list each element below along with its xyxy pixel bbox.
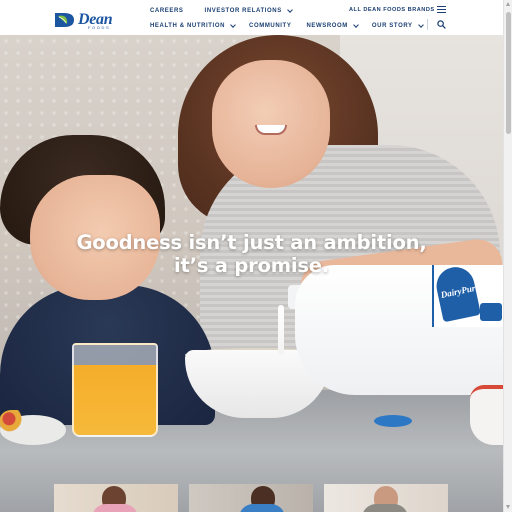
nav-our-story-label: OUR STORY [371, 22, 413, 29]
nav-health-nutrition[interactable]: HEALTH & NUTRITION [150, 21, 236, 29]
woman-face [212, 60, 330, 188]
milk-cap [374, 415, 412, 427]
chevron-down-icon [286, 7, 293, 13]
feature-card-1[interactable] [54, 484, 178, 512]
hamburger-menu-icon[interactable] [437, 6, 446, 14]
scroll-thumb[interactable] [506, 12, 511, 134]
child-shirt [92, 504, 138, 512]
chevron-down-icon [230, 21, 236, 28]
man-shirt [239, 504, 285, 512]
cup [470, 385, 503, 445]
all-brands-link[interactable]: ALL DEAN FOODS BRANDS [349, 7, 435, 13]
scroll-up-arrow-icon[interactable] [506, 2, 510, 6]
brand-sub: FOODS [88, 25, 111, 30]
page-scrollbar[interactable] [503, 0, 512, 512]
senior-shirt [362, 504, 408, 512]
nav-our-story[interactable]: OUR STORY [371, 21, 424, 29]
nav-newsroom-label: NEWSROOM [306, 22, 348, 29]
search-icon[interactable] [437, 20, 446, 29]
scroll-down-arrow-icon[interactable] [506, 505, 510, 509]
feature-card-2[interactable] [189, 484, 313, 512]
orange-juice-glass [72, 343, 158, 437]
nav-newsroom[interactable]: NEWSROOM [306, 21, 359, 29]
woman-smile [255, 125, 287, 135]
nav-investor-relations[interactable]: INVESTOR RELATIONS [204, 7, 293, 14]
hero-headline: Goodness isn’t just an ambition, it’s a … [0, 231, 503, 277]
nav-investor-relations-label: INVESTOR RELATIONS [204, 8, 282, 14]
nav-health-nutrition-label: HEALTH & NUTRITION [150, 22, 226, 29]
site-header: Dean FOODS CAREERS INVESTOR RELATIONS AL… [0, 0, 503, 35]
nav-community[interactable]: COMMUNITY [249, 23, 291, 29]
dean-d-leaf-icon [55, 13, 74, 27]
chevron-down-icon [417, 21, 424, 28]
jug-label-tag [480, 303, 502, 321]
milk-pour [278, 305, 284, 355]
nav-careers[interactable]: CAREERS [150, 8, 184, 14]
chevron-down-icon [353, 21, 359, 28]
main-nav: HEALTH & NUTRITION COMMUNITY NEWSROOM OU… [150, 21, 424, 30]
berries [0, 410, 30, 432]
utility-nav: CAREERS INVESTOR RELATIONS [150, 7, 293, 15]
hero-headline-line1: Goodness isn’t just an ambition, [76, 231, 427, 254]
feature-card-3[interactable] [324, 484, 448, 512]
hero-headline-line2: it’s a promise. [174, 254, 329, 277]
nav-divider [427, 19, 428, 30]
hero-banner: DairyPure Goodness isn’t just an ambitio… [0, 35, 503, 512]
